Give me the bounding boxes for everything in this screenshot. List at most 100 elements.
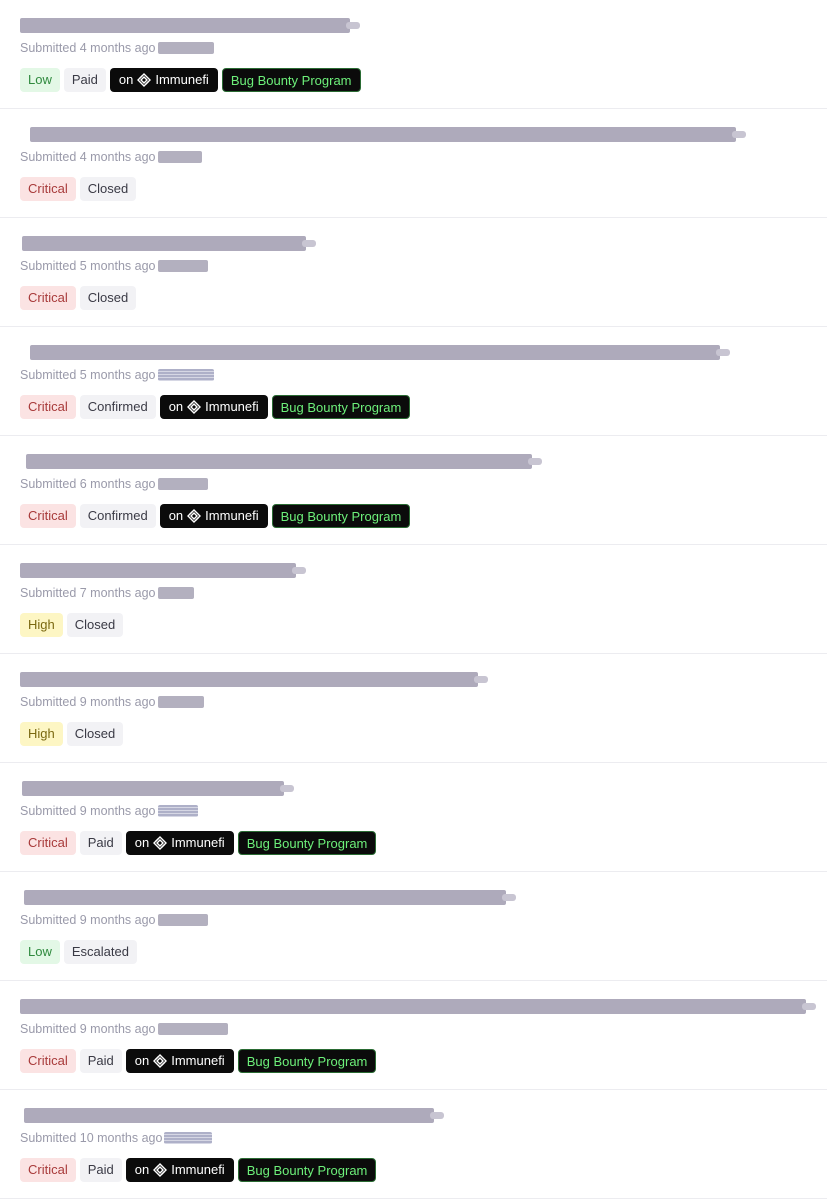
immunefi-logo-icon bbox=[137, 73, 152, 87]
report-tags: Critical Paid on Immunefi Bug Bounty Pro… bbox=[20, 1158, 377, 1182]
report-meta: Submitted 9 months ago bbox=[20, 694, 204, 710]
redacted-title bbox=[30, 345, 730, 360]
report-item[interactable]: Submitted 9 months ago Low Escalated bbox=[0, 872, 827, 981]
program-badge[interactable]: Bug Bounty Program bbox=[237, 1158, 377, 1182]
severity-badge: Low bbox=[20, 940, 60, 964]
program-badge[interactable]: Bug Bounty Program bbox=[237, 831, 377, 855]
redacted-title bbox=[26, 454, 542, 469]
platform-prefix: on bbox=[168, 399, 184, 414]
redacted-username bbox=[157, 587, 194, 599]
redacted-title bbox=[20, 999, 816, 1014]
submitted-time: Submitted 5 months ago bbox=[20, 368, 156, 382]
platform-prefix: on bbox=[134, 835, 150, 850]
immunefi-logo-icon bbox=[153, 1163, 168, 1177]
platform-prefix: on bbox=[134, 1162, 150, 1177]
report-meta: Submitted 4 months ago bbox=[20, 40, 214, 56]
report-meta: Submitted 10 months ago bbox=[20, 1130, 213, 1146]
program-badge[interactable]: Bug Bounty Program bbox=[221, 68, 361, 92]
report-list: Submitted 4 months ago Low Paid on Immun… bbox=[0, 0, 827, 1199]
platform-name: Immunefi bbox=[205, 508, 259, 523]
status-badge: Closed bbox=[79, 286, 137, 310]
redacted-title bbox=[24, 890, 516, 905]
report-item[interactable]: Submitted 9 months ago Critical Paid on … bbox=[0, 981, 827, 1090]
report-item[interactable]: Submitted 7 months ago High Closed bbox=[0, 545, 827, 654]
immunefi-logo-icon bbox=[153, 1054, 168, 1068]
platform-name: Immunefi bbox=[171, 1162, 225, 1177]
redacted-username bbox=[157, 914, 208, 926]
redacted-title bbox=[20, 563, 306, 578]
redacted-username bbox=[157, 1023, 228, 1035]
platform-badge[interactable]: on Immunefi bbox=[125, 831, 234, 855]
report-tags: Critical Confirmed on Immunefi Bug Bount… bbox=[20, 395, 411, 419]
platform-name: Immunefi bbox=[171, 835, 225, 850]
platform-prefix: on bbox=[118, 72, 134, 87]
platform-badge[interactable]: on Immunefi bbox=[109, 68, 218, 92]
submitted-time: Submitted 9 months ago bbox=[20, 913, 156, 927]
report-meta: Submitted 9 months ago bbox=[20, 912, 208, 928]
report-tags: Critical Paid on Immunefi Bug Bounty Pro… bbox=[20, 1049, 377, 1073]
report-item[interactable]: Submitted 6 months ago Critical Confirme… bbox=[0, 436, 827, 545]
report-meta: Submitted 7 months ago bbox=[20, 585, 194, 601]
severity-badge: High bbox=[20, 613, 63, 637]
severity-badge: Critical bbox=[20, 504, 76, 528]
report-meta: Submitted 9 months ago bbox=[20, 803, 198, 819]
report-item[interactable]: Submitted 4 months ago Critical Closed bbox=[0, 109, 827, 218]
submitted-time: Submitted 4 months ago bbox=[20, 41, 156, 55]
report-tags: High Closed bbox=[20, 722, 124, 746]
program-badge[interactable]: Bug Bounty Program bbox=[271, 395, 411, 419]
program-badge[interactable]: Bug Bounty Program bbox=[271, 504, 411, 528]
report-item[interactable]: Submitted 9 months ago High Closed bbox=[0, 654, 827, 763]
report-item[interactable]: Submitted 4 months ago Low Paid on Immun… bbox=[0, 0, 827, 109]
status-badge: Closed bbox=[66, 722, 124, 746]
report-tags: Critical Confirmed on Immunefi Bug Bount… bbox=[20, 504, 411, 528]
status-badge: Escalated bbox=[63, 940, 137, 964]
redacted-title bbox=[24, 1108, 444, 1123]
status-badge: Confirmed bbox=[79, 504, 156, 528]
submitted-time: Submitted 7 months ago bbox=[20, 586, 156, 600]
report-tags: Critical Closed bbox=[20, 177, 137, 201]
redacted-username bbox=[157, 369, 214, 381]
report-tags: Low Escalated bbox=[20, 940, 137, 964]
severity-badge: Critical bbox=[20, 831, 76, 855]
status-badge: Paid bbox=[79, 1049, 122, 1073]
status-badge: Paid bbox=[79, 831, 122, 855]
immunefi-logo-icon bbox=[187, 400, 202, 414]
severity-badge: Low bbox=[20, 68, 60, 92]
submitted-time: Submitted 10 months ago bbox=[20, 1131, 163, 1145]
status-badge: Paid bbox=[79, 1158, 122, 1182]
report-meta: Submitted 5 months ago bbox=[20, 258, 208, 274]
redacted-title bbox=[22, 236, 316, 251]
platform-badge[interactable]: on Immunefi bbox=[125, 1049, 234, 1073]
submitted-time: Submitted 9 months ago bbox=[20, 695, 156, 709]
report-item[interactable]: Submitted 10 months ago Critical Paid on… bbox=[0, 1090, 827, 1199]
submitted-time: Submitted 4 months ago bbox=[20, 150, 156, 164]
redacted-title bbox=[20, 18, 360, 33]
report-item[interactable]: Submitted 5 months ago Critical Closed bbox=[0, 218, 827, 327]
submitted-time: Submitted 9 months ago bbox=[20, 1022, 156, 1036]
status-badge: Closed bbox=[79, 177, 137, 201]
report-meta: Submitted 9 months ago bbox=[20, 1021, 228, 1037]
platform-badge[interactable]: on Immunefi bbox=[159, 395, 268, 419]
redacted-username bbox=[164, 1132, 213, 1144]
immunefi-logo-icon bbox=[187, 509, 202, 523]
report-meta: Submitted 4 months ago bbox=[20, 149, 202, 165]
redacted-username bbox=[157, 478, 208, 490]
platform-badge[interactable]: on Immunefi bbox=[125, 1158, 234, 1182]
severity-badge: Critical bbox=[20, 395, 76, 419]
report-item[interactable]: Submitted 9 months ago Critical Paid on … bbox=[0, 763, 827, 872]
redacted-title bbox=[22, 781, 294, 796]
report-tags: Critical Closed bbox=[20, 286, 137, 310]
platform-name: Immunefi bbox=[171, 1053, 225, 1068]
program-badge[interactable]: Bug Bounty Program bbox=[237, 1049, 377, 1073]
report-item[interactable]: Submitted 5 months ago Critical Confirme… bbox=[0, 327, 827, 436]
severity-badge: Critical bbox=[20, 286, 76, 310]
severity-badge: High bbox=[20, 722, 63, 746]
report-meta: Submitted 5 months ago bbox=[20, 367, 214, 383]
report-meta: Submitted 6 months ago bbox=[20, 476, 208, 492]
submitted-time: Submitted 6 months ago bbox=[20, 477, 156, 491]
platform-badge[interactable]: on Immunefi bbox=[159, 504, 268, 528]
platform-name: Immunefi bbox=[205, 399, 259, 414]
immunefi-logo-icon bbox=[153, 836, 168, 850]
report-tags: Critical Paid on Immunefi Bug Bounty Pro… bbox=[20, 831, 377, 855]
redacted-username bbox=[157, 42, 214, 54]
